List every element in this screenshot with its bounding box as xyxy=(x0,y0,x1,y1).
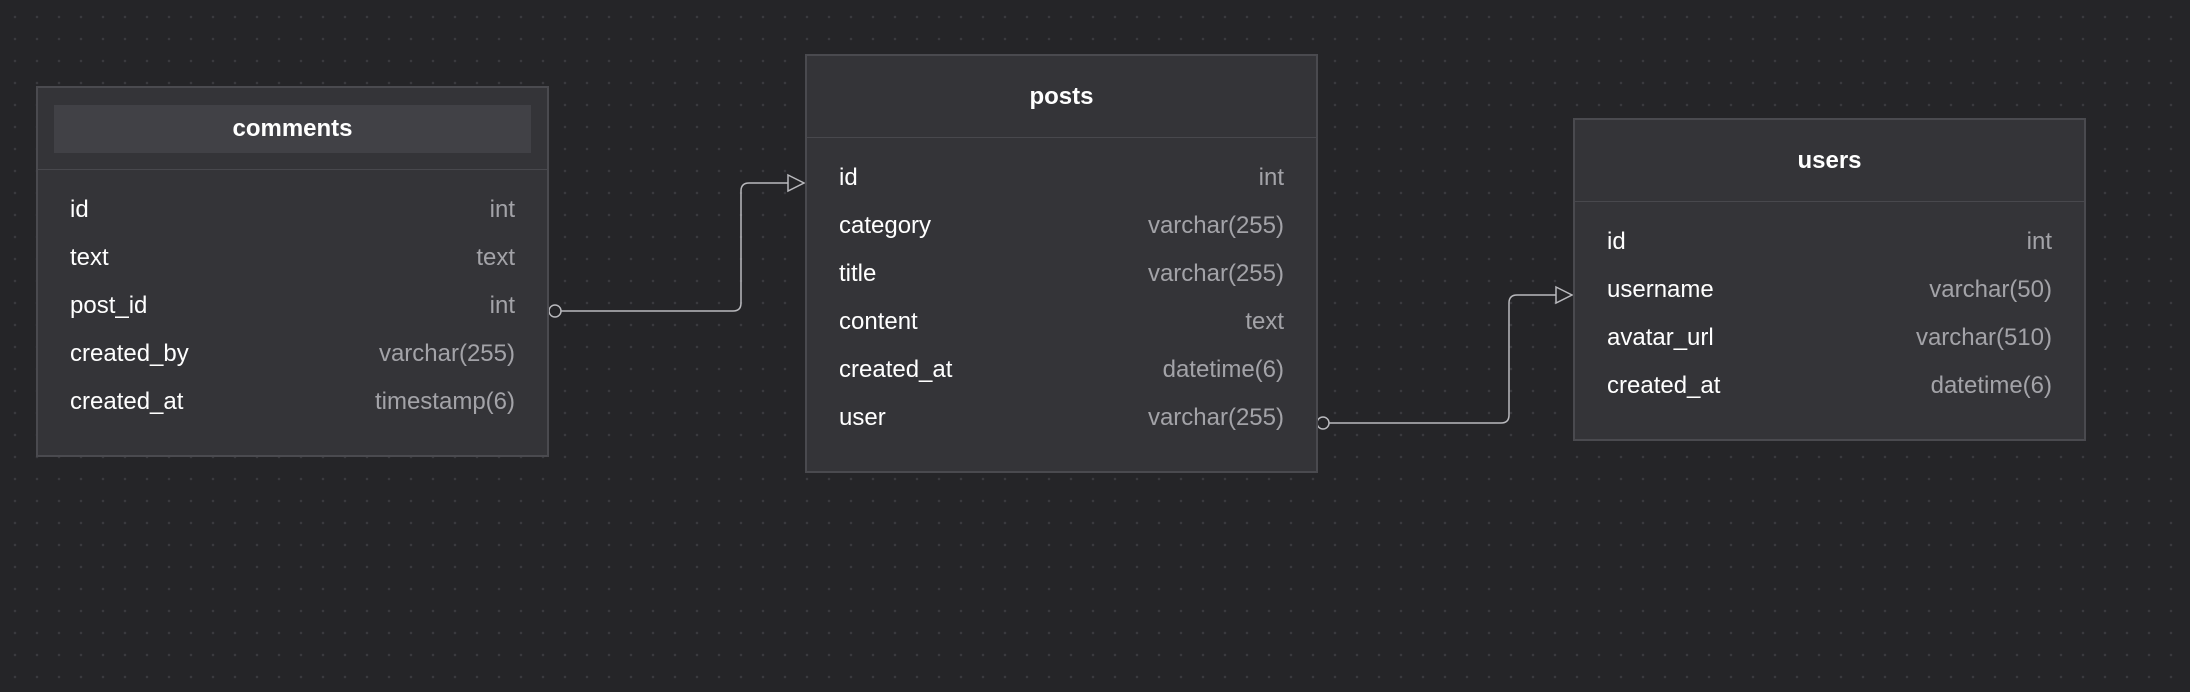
column-row-user[interactable]: user varchar(255) xyxy=(807,394,1316,442)
connector-line xyxy=(1323,294,1556,424)
column-row-text[interactable]: text text xyxy=(38,234,547,282)
table-users[interactable]: users id int username varchar(50) avatar… xyxy=(1573,118,2086,441)
table-header[interactable]: comments xyxy=(38,88,547,170)
column-name: content xyxy=(839,308,918,335)
column-row-id[interactable]: id int xyxy=(807,154,1316,202)
column-name: created_by xyxy=(70,340,189,367)
table-title: posts xyxy=(1029,82,1094,110)
column-row-username[interactable]: username varchar(50) xyxy=(1575,266,2084,314)
column-row-title[interactable]: title varchar(255) xyxy=(807,250,1316,298)
column-type: int xyxy=(1258,164,1284,191)
connector-start-marker xyxy=(1316,416,1330,430)
column-name: post_id xyxy=(70,292,148,319)
column-name: id xyxy=(839,164,858,191)
column-row-avatar-url[interactable]: avatar_url varchar(510) xyxy=(1575,314,2084,362)
table-comments[interactable]: comments id int text text post_id int cr… xyxy=(36,86,549,457)
column-name: text xyxy=(70,244,109,271)
column-type: varchar(50) xyxy=(1929,276,2052,303)
connector-arrowhead xyxy=(1555,285,1574,305)
table-posts[interactable]: posts id int category varchar(255) title… xyxy=(805,54,1318,473)
relation-posts-user-to-users-username[interactable] xyxy=(1316,285,1574,430)
column-name: id xyxy=(70,196,89,223)
table-header[interactable]: users xyxy=(1575,120,2084,202)
connector-arrowhead xyxy=(787,173,806,193)
column-name: title xyxy=(839,260,877,287)
column-type: varchar(255) xyxy=(378,340,515,367)
table-header[interactable]: posts xyxy=(807,56,1316,138)
column-row-content[interactable]: content text xyxy=(807,298,1316,346)
column-type: datetime(6) xyxy=(1162,356,1284,383)
column-row-created-at[interactable]: created_at datetime(6) xyxy=(807,346,1316,394)
column-row-created-at[interactable]: created_at timestamp(6) xyxy=(38,378,547,426)
relation-comments-post-id-to-posts-id[interactable] xyxy=(548,173,806,318)
table-title: comments xyxy=(232,114,353,142)
table-header-highlight: comments xyxy=(54,104,531,153)
column-type: text xyxy=(1245,308,1284,335)
column-row-created-at[interactable]: created_at datetime(6) xyxy=(1575,362,2084,410)
column-name: user xyxy=(839,404,886,431)
column-type: int xyxy=(489,196,515,223)
diagram-canvas[interactable]: comments id int text text post_id int cr… xyxy=(0,0,2190,692)
connector-start-marker xyxy=(548,304,562,318)
column-type: datetime(6) xyxy=(1930,372,2052,399)
table-title: users xyxy=(1797,146,1862,174)
column-row-category[interactable]: category varchar(255) xyxy=(807,202,1316,250)
column-type: timestamp(6) xyxy=(374,388,515,415)
column-list: id int text text post_id int created_by … xyxy=(38,170,547,434)
column-name: created_at xyxy=(839,356,953,383)
column-name: category xyxy=(839,212,932,239)
column-name: id xyxy=(1607,228,1626,255)
table-header-highlight: users xyxy=(1591,137,2068,185)
column-name: avatar_url xyxy=(1607,324,1714,351)
column-type: text xyxy=(476,244,515,271)
column-name: created_at xyxy=(1607,372,1721,399)
column-list: id int category varchar(255) title varch… xyxy=(807,138,1316,450)
column-type: varchar(510) xyxy=(1915,324,2052,351)
column-row-id[interactable]: id int xyxy=(38,186,547,234)
column-type: varchar(255) xyxy=(1147,212,1284,239)
connector-line xyxy=(555,182,788,312)
column-type: int xyxy=(2026,228,2052,255)
column-row-post-id[interactable]: post_id int xyxy=(38,282,547,330)
column-name: created_at xyxy=(70,388,184,415)
column-type: int xyxy=(489,292,515,319)
table-header-highlight: posts xyxy=(823,73,1300,121)
column-type: varchar(255) xyxy=(1147,404,1284,431)
column-name: username xyxy=(1607,276,1714,303)
column-row-created-by[interactable]: created_by varchar(255) xyxy=(38,330,547,378)
column-type: varchar(255) xyxy=(1147,260,1284,287)
column-list: id int username varchar(50) avatar_url v… xyxy=(1575,202,2084,418)
column-row-id[interactable]: id int xyxy=(1575,218,2084,266)
